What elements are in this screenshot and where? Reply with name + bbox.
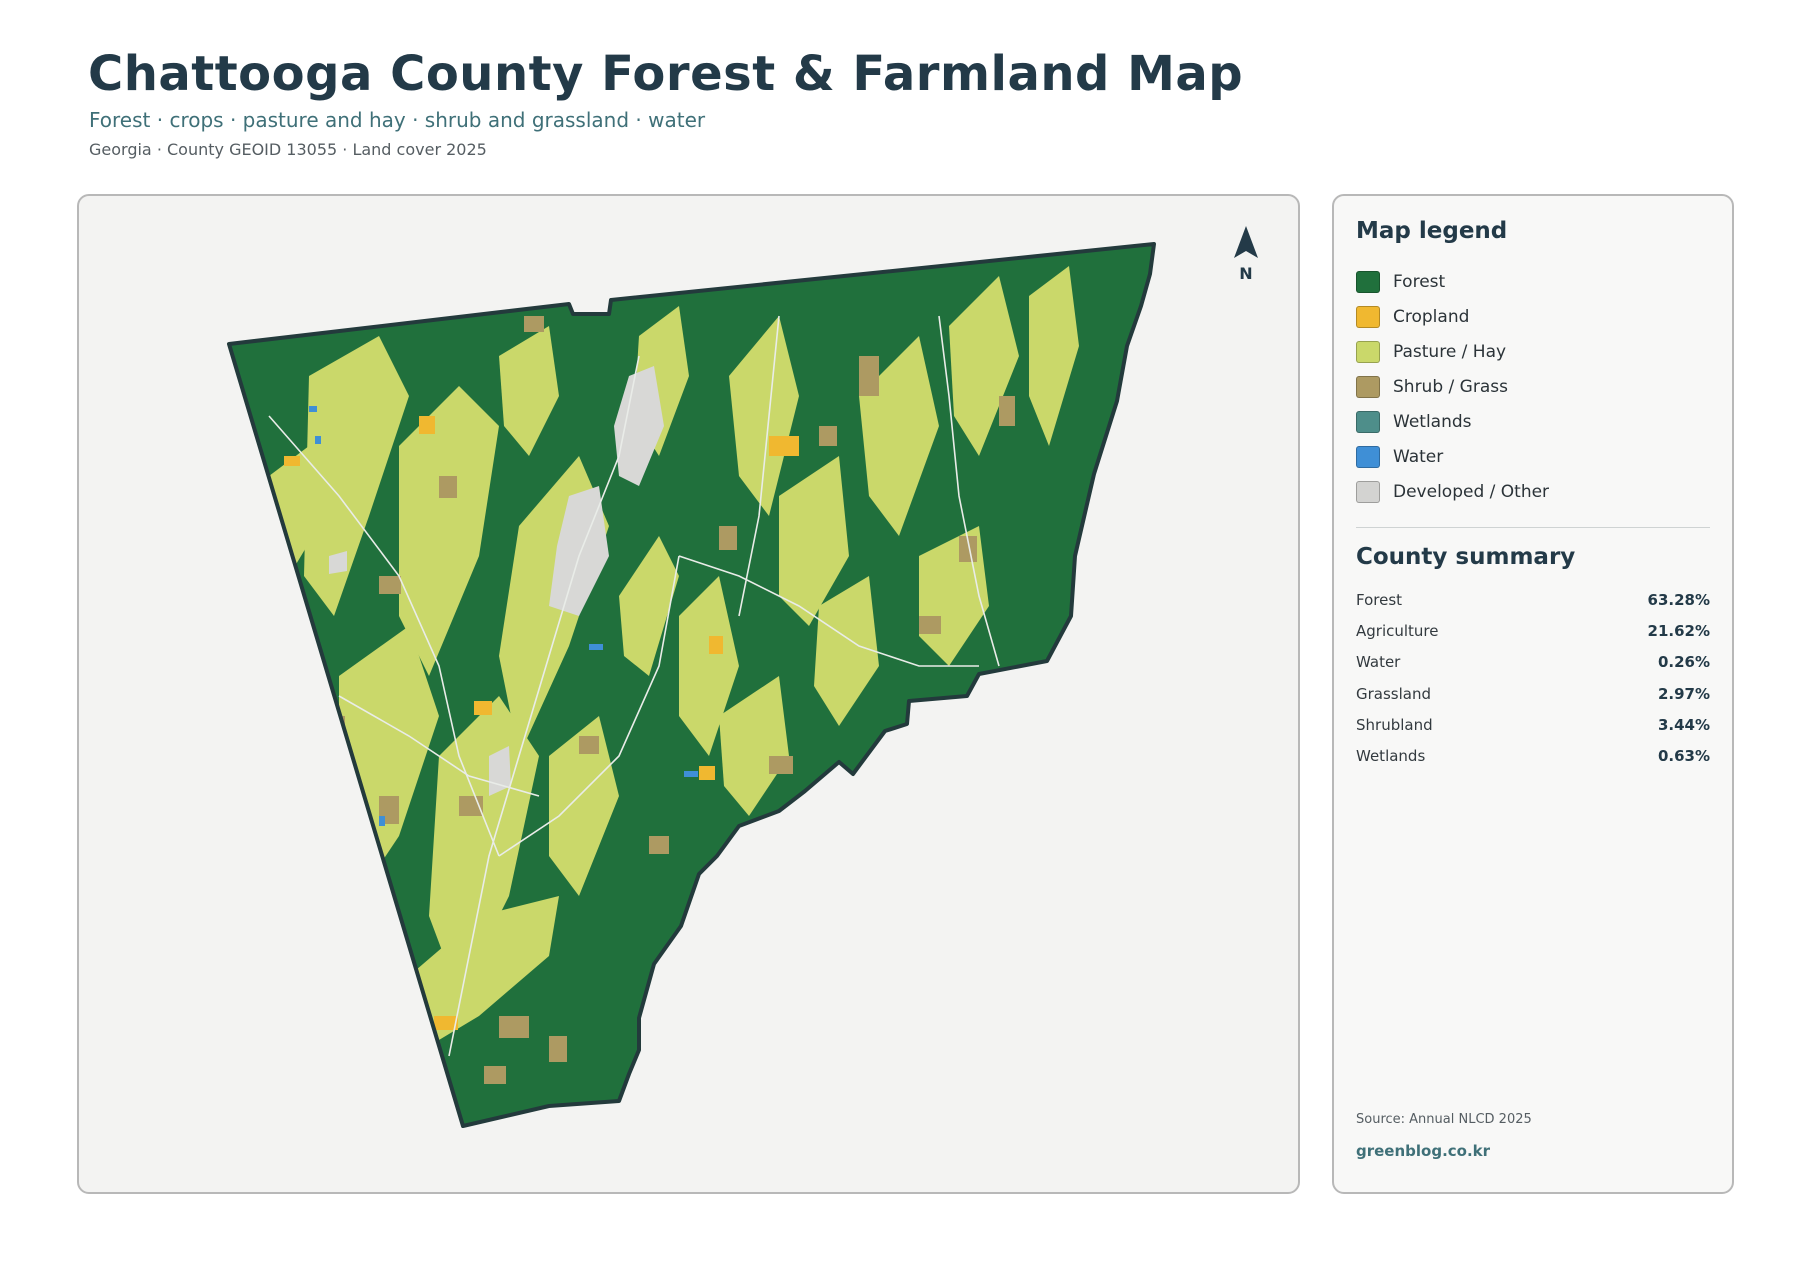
legend-label: Forest [1393, 271, 1446, 292]
summary-label: Shrubland [1356, 715, 1433, 734]
legend-swatch [1356, 375, 1380, 398]
legend-item-cropland: Cropland [1356, 299, 1696, 334]
map-legend: Forest Cropland Pasture / Hay Shrub / Gr… [1356, 264, 1696, 509]
page-meta: Georgia · County GEOID 13055 · Land cove… [89, 140, 487, 159]
summary-label: Agriculture [1356, 621, 1439, 640]
summary-row-forest: Forest 63.28% [1356, 584, 1710, 615]
summary-row-agriculture: Agriculture 21.62% [1356, 615, 1710, 646]
legend-item-developed: Developed / Other [1356, 474, 1696, 509]
summary-label: Forest [1356, 590, 1403, 609]
panel-divider [1356, 527, 1710, 528]
legend-title: Map legend [1356, 218, 1508, 244]
legend-swatch [1356, 480, 1380, 503]
summary-row-wetlands: Wetlands 0.63% [1356, 740, 1710, 771]
legend-label: Developed / Other [1393, 481, 1550, 502]
legend-swatch [1356, 410, 1380, 433]
summary-value: 0.26% [1657, 653, 1710, 672]
site-link[interactable]: greenblog.co.kr [1356, 1142, 1490, 1160]
summary-value: 2.97% [1657, 684, 1710, 703]
summary-value: 21.62% [1647, 621, 1710, 640]
legend-label: Shrub / Grass [1393, 376, 1508, 397]
legend-item-pasture: Pasture / Hay [1356, 334, 1696, 369]
summary-row-water: Water 0.26% [1356, 647, 1710, 678]
legend-item-water: Water [1356, 439, 1696, 474]
legend-label: Wetlands [1393, 411, 1472, 432]
summary-row-grassland: Grassland 2.97% [1356, 678, 1710, 709]
county-map[interactable] [79, 196, 1300, 1194]
land-cover-layer [229, 244, 1154, 1126]
data-source: Source: Annual NLCD 2025 [1356, 1112, 1532, 1127]
summary-row-shrubland: Shrubland 3.44% [1356, 709, 1710, 740]
summary-label: Grassland [1356, 684, 1431, 703]
side-panel: Map legend Forest Cropland Pasture / Hay… [1332, 194, 1734, 1194]
legend-label: Pasture / Hay [1393, 341, 1507, 362]
page-subtitle: Forest · crops · pasture and hay · shrub… [89, 108, 706, 132]
legend-label: Cropland [1393, 306, 1470, 327]
summary-value: 63.28% [1647, 590, 1710, 609]
map-panel[interactable] [77, 194, 1300, 1194]
summary-title: County summary [1356, 544, 1576, 570]
north-label: N [1239, 264, 1253, 283]
summary-label: Water [1356, 653, 1401, 672]
summary-value: 0.63% [1657, 747, 1710, 766]
legend-item-wetlands: Wetlands [1356, 404, 1696, 439]
legend-swatch [1356, 340, 1380, 363]
summary-label: Wetlands [1356, 747, 1426, 766]
legend-item-forest: Forest [1356, 264, 1696, 299]
legend-swatch [1356, 270, 1380, 293]
legend-label: Water [1393, 446, 1444, 467]
legend-swatch [1356, 445, 1380, 468]
legend-swatch [1356, 305, 1380, 328]
legend-item-shrub: Shrub / Grass [1356, 369, 1696, 404]
summary-value: 3.44% [1657, 715, 1710, 734]
page-title: Chattooga County Forest & Farmland Map [88, 46, 1244, 102]
county-summary: Forest 63.28% Agriculture 21.62% Water 0… [1356, 584, 1710, 772]
